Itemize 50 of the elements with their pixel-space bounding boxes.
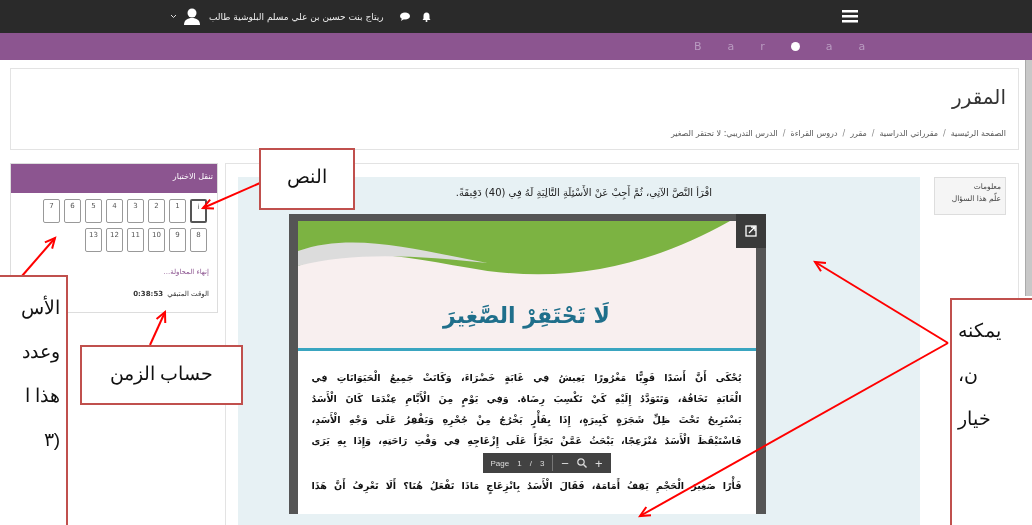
breadcrumb-link[interactable]: الدرس التدريبي: لا تحتقر الصغير — [670, 129, 778, 138]
breadcrumb-link[interactable]: مقرراتي الدراسية — [879, 129, 939, 138]
callout-text: الأس — [20, 297, 60, 319]
document-text-line: يَسْتَرِيحُ تَحْتَ ظِلِّ شَجَرَةٍ كَبِيرَةٍ، إِذَا بِفَأْرٍ يَخْرُجُ مِنْ جُحْرِهِ وَيَقْفِزُ عَلَى وَجْهِ الْأَسَدِ، — [311, 411, 742, 428]
document-text-line: فَأْرًا صَغِيرَ الْحَجْمِ يَقِفُ أَمَامَهُ، فَقَالَ الْأَسَدُ بِانْزِعَاجٍ مَاذَا تَفْعَلُ هُنَا؟ أَلَا تَعْرِفُ أَنَّ هَذَا — [311, 477, 742, 494]
callout-text: حساب الزمن — [109, 363, 214, 385]
caret-down-icon[interactable] — [170, 14, 177, 19]
page-count: 3 — [539, 458, 545, 468]
zoom-out-button[interactable]: − — [561, 455, 569, 471]
bell-icon[interactable] — [421, 11, 431, 22]
user-name[interactable]: ريتاج بنت حسين بن علي مسلم البلوشية طالب — [209, 11, 384, 22]
callout-text: (٣ — [42, 429, 60, 451]
annotation-arrow — [149, 309, 167, 346]
document-text-line: فَاسْتَيْقَظَ الْأَسَدُ مُنْزَعِجًا، يَبْحَثُ عَمَّنْ تَجَرَّأَ عَلَى إِزْعَاجِهِ فِي وَقْتِ رَاحَتِهِ، وَإِذَا بِهِ يَرَى — [311, 432, 742, 449]
banner-letter: a — [825, 40, 833, 53]
document-text-line: يُحْكَى أَنَّ أَسَدًا قَوِيًّا مَغْرُورًا يَعِيشُ فِي غَابَةٍ خَضْرَاءَ، وَكَانَتْ جَمِيعُ الْحَيَوَانَاتِ فِي — [311, 369, 742, 386]
breadcrumb-separator: / — [842, 129, 846, 138]
callout-text: خيار — [958, 408, 991, 430]
callout-text: ن، — [958, 364, 978, 386]
breadcrumb-separator: / — [871, 129, 875, 138]
open-external-button[interactable] — [735, 214, 766, 248]
callout-text: يمكنه — [958, 320, 1001, 342]
chat-icon[interactable] — [399, 12, 410, 21]
menu-icon[interactable] — [842, 10, 858, 23]
panel-title: تنقل الاختبار — [11, 164, 217, 193]
page-separator: / — [529, 458, 532, 468]
breadcrumb-separator: / — [782, 129, 786, 138]
zoom-icon[interactable] — [576, 458, 587, 468]
page-number: 1 — [517, 458, 522, 468]
document-title: لَا تَحْتَقِرْ الصَّغِيرَ — [443, 303, 610, 328]
document-text-line: الْغَابَةِ تَخَافُهُ، وَتَتَوَدَّدُ إِلَيْهِ كَيْ تَكْسِبَ رِضَاهُ. وَفِي يَوْمٍ مِنَ الْأَيَّامِ عِنْدَمَا كَانَ الْأَسَدُ — [311, 390, 742, 407]
banner-letter: B — [694, 40, 702, 53]
breadcrumb-link[interactable]: دروس القراءة — [790, 129, 838, 138]
question-instruction: اقْرَأ النَّصَّ الآتِي، ثُمَّ أَجِبْ عَنْ الأَسْئِلَةِ التَّالِيَةِ لَهُ فِي (40) دَقِيقَةً. — [454, 187, 713, 198]
breadcrumb-link[interactable]: الصفحة الرئيسية — [950, 129, 1006, 138]
callout-text: هذا ا — [23, 385, 60, 407]
banner-letter: a — [727, 40, 735, 53]
annotation-arrow — [200, 182, 261, 210]
open-external-icon — [744, 225, 757, 237]
annotation-arrow — [21, 236, 57, 277]
breadcrumb-separator: / — [943, 129, 946, 138]
user-avatar-icon[interactable] — [183, 7, 201, 26]
banner-letter: a — [858, 40, 866, 53]
page-label: Page — [490, 458, 510, 468]
slider-dot — [790, 42, 800, 51]
callout-text: وعدد — [21, 341, 60, 363]
zoom-in-button[interactable]: + — [594, 455, 603, 471]
page-title: المقرر — [951, 85, 1006, 109]
callout-text: النص — [287, 166, 327, 188]
breadcrumb-link[interactable]: مقرر — [850, 129, 867, 138]
